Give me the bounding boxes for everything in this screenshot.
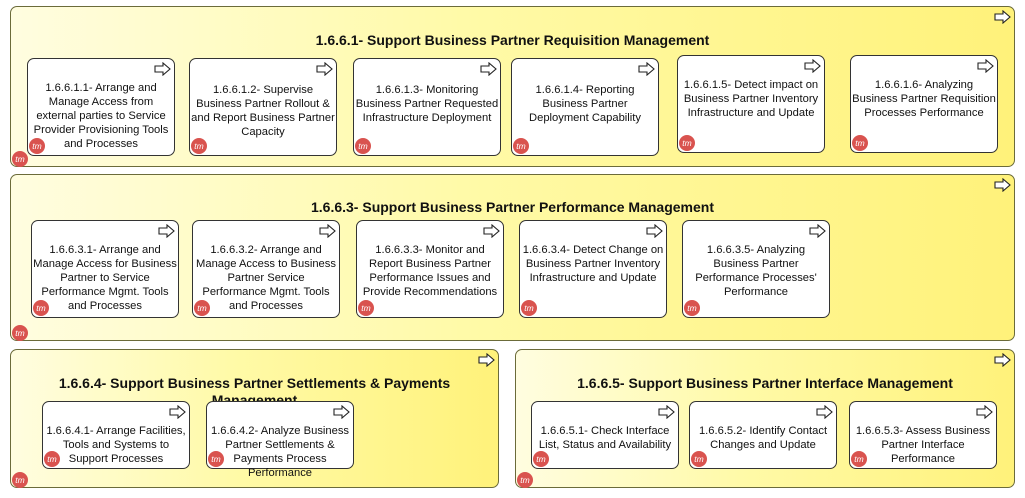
process-1-6-6-5-3[interactable]: 1.6.6.5.3- Assess Business Partner Inter… [849, 401, 997, 469]
process-arrow-icon [478, 353, 495, 367]
process-1-6-6-1-4[interactable]: 1.6.6.1.4- Reporting Business Partner De… [511, 58, 659, 156]
process-1-6-6-4-1[interactable]: 1.6.6.4.1- Arrange Facilities, Tools and… [42, 401, 190, 469]
process-arrow-icon [994, 178, 1011, 192]
process-1-6-6-4-2[interactable]: 1.6.6.4.2- Analyze Business Partner Sett… [206, 401, 354, 479]
group-title: 1.6.6.5- Support Business Partner Interf… [577, 375, 953, 391]
process-arrow-icon [158, 224, 175, 238]
process-label: 1.6.6.1.5- Detect impact on Business Par… [683, 79, 819, 119]
tm-badge-icon: tm [12, 151, 28, 167]
tm-badge-icon: tm [191, 138, 207, 154]
group-title: 1.6.6.4- Support Business Partner Settle… [58, 375, 451, 408]
process-label: 1.6.6.1.6- Analyzing Business Partner Re… [852, 79, 996, 119]
tm-badge-icon: tm [684, 300, 700, 316]
process-label: 1.6.6.3.2- Arrange and Manage Access to … [196, 244, 336, 312]
process-arrow-icon [483, 224, 500, 238]
tm-badge-icon: tm [208, 451, 224, 467]
process-label: 1.6.6.1.2- Supervise Business Partner Ro… [191, 84, 335, 138]
tm-badge-icon: tm [521, 300, 537, 316]
process-arrow-icon [804, 59, 821, 73]
tm-badge-icon: tm [679, 135, 695, 151]
group-title: 1.6.6.1- Support Business Partner Requis… [315, 32, 710, 48]
process-label: 1.6.6.3.5- Analyzing Business Partner Pe… [695, 244, 817, 298]
process-1-6-6-3-5[interactable]: 1.6.6.3.5- Analyzing Business Partner Pe… [682, 220, 830, 318]
process-arrow-icon [316, 62, 333, 76]
group-title: 1.6.6.3- Support Business Partner Perfor… [310, 199, 714, 215]
process-1-6-6-1-3[interactable]: 1.6.6.1.3- Monitoring Business Partner R… [353, 58, 501, 156]
process-arrow-icon [319, 224, 336, 238]
tm-badge-icon: tm [533, 451, 549, 467]
process-1-6-6-3-4[interactable]: 1.6.6.3.4- Detect Change on Business Par… [519, 220, 667, 318]
process-label: 1.6.6.4.1- Arrange Facilities, Tools and… [46, 425, 186, 465]
process-arrow-icon [169, 405, 186, 419]
tm-badge-icon: tm [691, 451, 707, 467]
process-arrow-icon [816, 405, 833, 419]
process-1-6-6-3-3[interactable]: 1.6.6.3.3- Monitor and Report Business P… [356, 220, 504, 318]
process-label: 1.6.6.1.1- Arrange and Manage Access fro… [33, 82, 169, 150]
process-label: 1.6.6.3.3- Monitor and Report Business P… [362, 244, 498, 298]
tm-badge-icon: tm [12, 325, 28, 341]
tm-badge-icon: tm [29, 138, 45, 154]
process-arrow-icon [646, 224, 663, 238]
process-arrow-icon [977, 59, 994, 73]
group-requisition-management[interactable]: 1.6.6.1- Support Business Partner Requis… [10, 6, 1015, 167]
process-1-6-6-5-1[interactable]: 1.6.6.5.1- Check Interface List, Status … [531, 401, 679, 469]
tm-badge-icon: tm [851, 451, 867, 467]
process-arrow-icon [333, 405, 350, 419]
group-interface-management[interactable]: 1.6.6.5- Support Business Partner Interf… [515, 349, 1015, 488]
process-1-6-6-5-2[interactable]: 1.6.6.5.2- Identify Contact Changes and … [689, 401, 837, 469]
process-label: 1.6.6.3.4- Detect Change on Business Par… [522, 244, 664, 284]
process-1-6-6-3-1[interactable]: 1.6.6.3.1- Arrange and Manage Access for… [31, 220, 179, 318]
tm-badge-icon: tm [44, 451, 60, 467]
tm-badge-icon: tm [517, 472, 533, 488]
process-1-6-6-1-5[interactable]: 1.6.6.1.5- Detect impact on Business Par… [677, 55, 825, 153]
process-1-6-6-3-2[interactable]: 1.6.6.3.2- Arrange and Manage Access to … [192, 220, 340, 318]
process-arrow-icon [638, 62, 655, 76]
tm-badge-icon: tm [194, 300, 210, 316]
process-1-6-6-1-6[interactable]: 1.6.6.1.6- Analyzing Business Partner Re… [850, 55, 998, 153]
tm-badge-icon: tm [12, 472, 28, 488]
process-label: 1.6.6.5.2- Identify Contact Changes and … [698, 425, 828, 451]
process-arrow-icon [480, 62, 497, 76]
tm-badge-icon: tm [355, 138, 371, 154]
process-1-6-6-1-2[interactable]: 1.6.6.1.2- Supervise Business Partner Ro… [189, 58, 337, 156]
group-performance-management[interactable]: 1.6.6.3- Support Business Partner Perfor… [10, 174, 1015, 341]
process-label: 1.6.6.5.1- Check Interface List, Status … [538, 425, 672, 451]
tm-badge-icon: tm [852, 135, 868, 151]
group-settlements-payments-management[interactable]: 1.6.6.4- Support Business Partner Settle… [10, 349, 499, 488]
process-label: 1.6.6.1.3- Monitoring Business Partner R… [355, 84, 499, 124]
process-label: 1.6.6.4.2- Analyze Business Partner Sett… [210, 425, 350, 479]
process-label: 1.6.6.3.1- Arrange and Manage Access for… [33, 244, 177, 312]
process-arrow-icon [658, 405, 675, 419]
tm-badge-icon: tm [358, 300, 374, 316]
process-arrow-icon [994, 10, 1011, 24]
process-arrow-icon [976, 405, 993, 419]
tm-badge-icon: tm [33, 300, 49, 316]
tm-badge-icon: tm [513, 138, 529, 154]
process-label: 1.6.6.1.4- Reporting Business Partner De… [529, 84, 641, 124]
process-arrow-icon [154, 62, 171, 76]
process-arrow-icon [809, 224, 826, 238]
process-1-6-6-1-1[interactable]: 1.6.6.1.1- Arrange and Manage Access fro… [27, 58, 175, 156]
process-arrow-icon [994, 353, 1011, 367]
process-label: 1.6.6.5.3- Assess Business Partner Inter… [855, 425, 991, 465]
